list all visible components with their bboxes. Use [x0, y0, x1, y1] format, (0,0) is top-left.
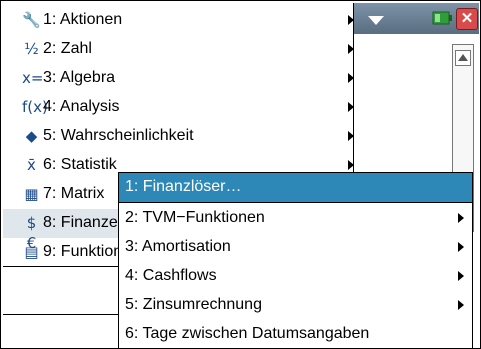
close-icon[interactable]: ✕ [456, 8, 478, 30]
mean-icon: x̄ [27, 156, 36, 174]
submenu-arrow-icon [458, 242, 464, 252]
battery-icon [432, 11, 452, 25]
tools-icon: 🔧 [22, 11, 41, 29]
submenu-item-finanzloeser[interactable]: 1: Finanzlöser… [119, 173, 472, 202]
finanzen-submenu: 1: Finanzlöser… 2: TVM−Funktionen 3: Amo… [118, 172, 473, 349]
menu-item-algebra[interactable]: x= 3: Algebra [3, 64, 354, 93]
submenu-item-tage-zwischen-datumsangaben[interactable]: 6: Tage zwischen Datumsangaben [119, 320, 472, 349]
menu-item-label: 3: Algebra [43, 69, 116, 86]
functions-icon: ▤ [24, 243, 39, 261]
submenu-arrow-icon [348, 102, 354, 112]
submenu-item-amortisation[interactable]: 3: Amortisation [119, 233, 472, 262]
submenu-arrow-icon [348, 160, 354, 170]
divider [3, 314, 119, 315]
menu-item-label: 7: Matrix [43, 185, 105, 202]
menu-item-aktionen[interactable]: 🔧 1: Aktionen [3, 6, 354, 35]
submenu-item-tvm-funktionen[interactable]: 2: TVM−Funktionen [119, 204, 472, 233]
submenu-arrow-icon [458, 271, 464, 281]
page-dropdown-icon[interactable] [368, 16, 384, 25]
submenu-arrow-icon [348, 131, 354, 141]
submenu-item-zinsumrechnung[interactable]: 5: Zinsumrechnung [119, 291, 472, 320]
divider [119, 202, 472, 203]
document-lower-area [3, 267, 120, 347]
submenu-arrow-icon [348, 44, 354, 54]
submenu-item-label: 4: Cashflows [125, 267, 217, 284]
function-icon: f(x) [22, 98, 48, 116]
submenu-item-label: 5: Zinsumrechnung [125, 296, 262, 313]
menu-item-zahl[interactable]: ½ 2: Zahl [3, 35, 354, 64]
submenu-arrow-icon [458, 300, 464, 310]
submenu-item-label: 6: Tage zwischen Datumsangaben [125, 325, 370, 342]
menu-item-label: 5: Wahrscheinlichkeit [43, 127, 194, 144]
submenu-item-label: 2: TVM−Funktionen [125, 209, 265, 226]
scroll-up-icon[interactable] [455, 50, 471, 66]
submenu-item-cashflows[interactable]: 4: Cashflows [119, 262, 472, 291]
submenu-item-label: 3: Amortisation [125, 238, 231, 255]
menu-item-label: 6: Statistik [43, 156, 117, 173]
menu-item-label: 8: Finanzen [43, 214, 127, 231]
menu-item-label: 2: Zahl [43, 40, 92, 57]
menu-item-wahrscheinlichkeit[interactable]: ◆ 5: Wahrscheinlichkeit [3, 122, 354, 151]
matrix-icon: ▦ [24, 185, 39, 203]
menu-item-analysis[interactable]: f(x) 4: Analysis [3, 93, 354, 122]
fraction-icon: ½ [24, 40, 39, 58]
submenu-item-label: 1: Finanzlöser… [125, 178, 242, 195]
menu-item-label: 4: Analysis [43, 98, 120, 115]
menu-item-label: 1: Aktionen [43, 11, 123, 28]
submenu-arrow-icon [348, 73, 354, 83]
finance-icon: $€ [26, 214, 37, 252]
submenu-arrow-icon [458, 213, 464, 223]
submenu-arrow-icon [348, 15, 354, 25]
equation-icon: x= [22, 69, 44, 87]
dice-icon: ◆ [25, 127, 38, 145]
